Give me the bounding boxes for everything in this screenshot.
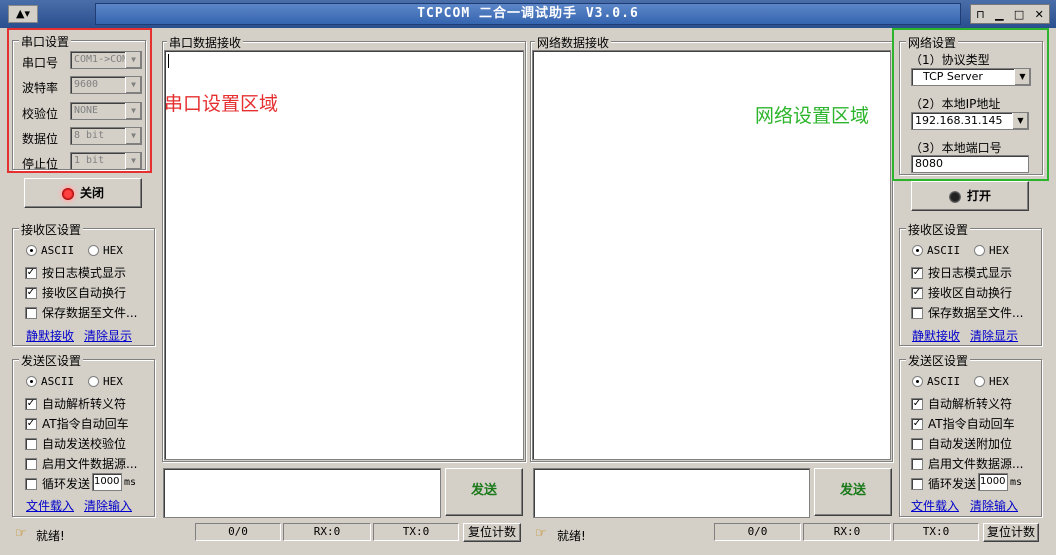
serial-loop-interval-input[interactable]: 1000 [92, 473, 122, 491]
status-ready-left: 就绪! [36, 529, 65, 543]
network-rx-ascii-radio[interactable]: ASCII [912, 244, 960, 257]
network-send-button[interactable]: 发送 [814, 468, 892, 516]
status-ready-right: 就绪! [557, 529, 586, 543]
close-icon[interactable]: ✕ [1035, 8, 1044, 21]
black-led-icon [948, 190, 961, 203]
status-rx-right: RX:0 [803, 523, 891, 541]
network-load-file-link[interactable]: 文件载入 [911, 497, 959, 514]
serial-highlight-box [7, 28, 152, 173]
network-tx-hex-radio[interactable]: HEX [974, 375, 1009, 388]
reset-count-button-left[interactable]: 复位计数 [463, 523, 521, 542]
maximize-icon[interactable]: □ [1014, 8, 1024, 21]
serial-silent-receive-link[interactable]: 静默接收 [26, 327, 74, 344]
network-rx-log-mode-checkbox[interactable]: ✓ 按日志模式显示 [911, 264, 1012, 281]
serial-send-settings-title: 发送区设置 [19, 352, 84, 369]
network-tx-ascii-radio[interactable]: ASCII [912, 375, 960, 388]
network-loop-unit: ms [1010, 477, 1023, 488]
window-title: TCPCOM 二合一调试助手 V3.0.6 [95, 3, 961, 25]
network-loop-interval-input[interactable]: 1000 [978, 473, 1008, 491]
serial-loop-unit: ms [124, 477, 137, 488]
network-area-annotation: 网络设置区域 [755, 105, 870, 127]
serial-tx-ascii-radio[interactable]: ASCII [26, 375, 74, 388]
serial-rx-hex-radio[interactable]: HEX [88, 244, 123, 257]
serial-receive-settings-title: 接收区设置 [19, 221, 84, 238]
serial-send-textarea[interactable] [163, 468, 441, 518]
serial-receive-title: 串口数据接收 [167, 34, 244, 51]
app-menu-button[interactable]: ▲▾ [8, 5, 38, 23]
serial-tx-at-return-checkbox[interactable]: ✓ AT指令自动回车 [25, 415, 129, 432]
network-receive-title: 网络数据接收 [535, 34, 612, 51]
status-tx-left: TX:0 [373, 523, 459, 541]
network-tx-parse-escape-checkbox[interactable]: ✓ 自动解析转义符 [911, 395, 1012, 412]
serial-tx-hex-radio[interactable]: HEX [88, 375, 123, 388]
serial-tx-file-source-checkbox[interactable]: 启用文件数据源... [25, 455, 137, 472]
text-cursor [168, 54, 169, 68]
status-ready-icon-left: ☞ [15, 526, 27, 541]
minimize-icon[interactable]: ▁ [995, 8, 1003, 21]
network-tx-auto-append-checkbox[interactable]: 自动发送附加位 [911, 435, 1012, 452]
serial-send-button[interactable]: 发送 [445, 468, 523, 516]
network-highlight-box [892, 28, 1049, 181]
status-tx-right: TX:0 [893, 523, 979, 541]
network-silent-receive-link[interactable]: 静默接收 [912, 327, 960, 344]
network-send-textarea[interactable] [533, 468, 810, 518]
status-rx-left: RX:0 [283, 523, 371, 541]
status-count-right: 0/0 [714, 523, 801, 541]
network-clear-display-link[interactable]: 清除显示 [970, 327, 1018, 344]
network-rx-auto-wrap-checkbox[interactable]: ✓ 接收区自动换行 [911, 284, 1012, 301]
network-rx-hex-radio[interactable]: HEX [974, 244, 1009, 257]
pin-icon[interactable]: ⊓ [976, 8, 985, 21]
app-icon: ▲▾ [16, 7, 30, 20]
serial-tx-auto-checksum-checkbox[interactable]: 自动发送校验位 [25, 435, 126, 452]
network-tx-loop-send-checkbox[interactable]: 循环发送 [911, 475, 976, 492]
serial-rx-log-mode-checkbox[interactable]: ✓ 按日志模式显示 [25, 264, 126, 281]
status-ready-icon-right: ☞ [535, 526, 547, 541]
red-led-icon [61, 187, 74, 200]
serial-close-button[interactable]: 关闭 [24, 178, 142, 208]
serial-tx-loop-send-checkbox[interactable]: 循环发送 [25, 475, 90, 492]
serial-rx-ascii-radio[interactable]: ASCII [26, 244, 74, 257]
network-receive-settings-title: 接收区设置 [906, 221, 971, 238]
reset-count-button-right[interactable]: 复位计数 [983, 523, 1039, 542]
title-bar: ▲▾ TCPCOM 二合一调试助手 V3.0.6 ⊓ ▁ □ ✕ [0, 0, 1056, 28]
serial-area-annotation: 串口设置区域 [164, 93, 279, 115]
network-tx-at-return-checkbox[interactable]: ✓ AT指令自动回车 [911, 415, 1015, 432]
network-tx-file-source-checkbox[interactable]: 启用文件数据源... [911, 455, 1023, 472]
serial-rx-auto-wrap-checkbox[interactable]: ✓ 接收区自动换行 [25, 284, 126, 301]
network-open-button[interactable]: 打开 [911, 181, 1029, 211]
serial-clear-input-link[interactable]: 清除输入 [84, 497, 132, 514]
serial-rx-save-file-checkbox[interactable]: 保存数据至文件... [25, 304, 137, 321]
network-rx-save-file-checkbox[interactable]: 保存数据至文件... [911, 304, 1023, 321]
window-controls: ⊓ ▁ □ ✕ [970, 4, 1050, 24]
network-send-settings-title: 发送区设置 [906, 352, 971, 369]
status-count-left: 0/0 [195, 523, 281, 541]
serial-load-file-link[interactable]: 文件载入 [26, 497, 74, 514]
serial-clear-display-link[interactable]: 清除显示 [84, 327, 132, 344]
serial-tx-parse-escape-checkbox[interactable]: ✓ 自动解析转义符 [25, 395, 126, 412]
network-clear-input-link[interactable]: 清除输入 [970, 497, 1018, 514]
